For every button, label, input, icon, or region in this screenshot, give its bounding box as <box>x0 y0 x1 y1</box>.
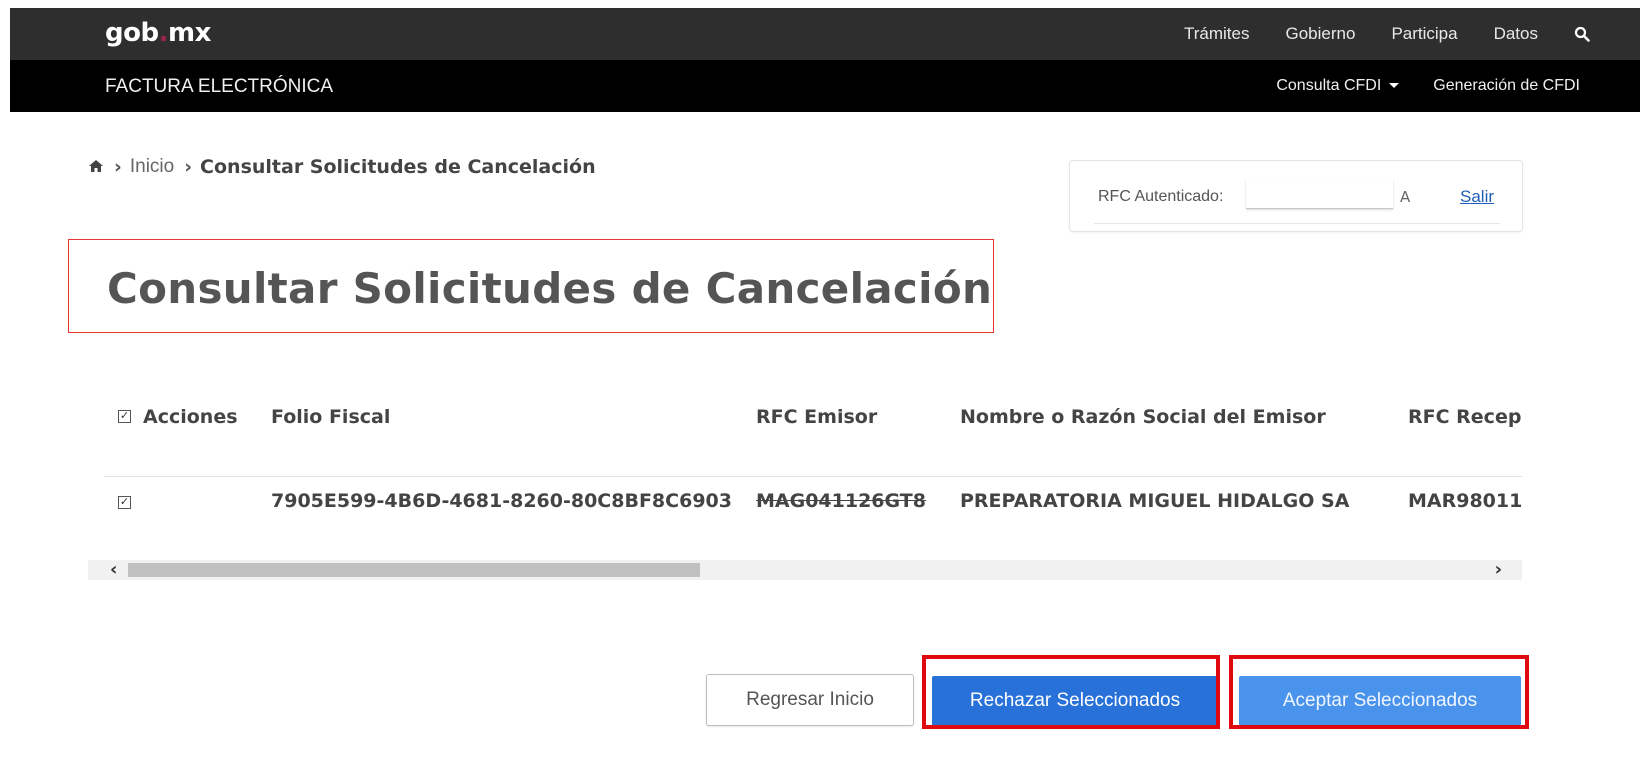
nav-participa[interactable]: Participa <box>1391 24 1457 44</box>
search-icon[interactable] <box>1574 26 1590 42</box>
brand-logo[interactable]: gob.mx <box>105 18 211 48</box>
sub-navbar: FACTURA ELECTRÓNICA Consulta CFDI Genera… <box>10 60 1640 112</box>
window-left-edge <box>0 0 10 783</box>
row-checkbox-icon[interactable]: ✓ <box>118 496 131 509</box>
horizontal-scrollbar[interactable]: ‹ › <box>88 559 1522 580</box>
nav-datos[interactable]: Datos <box>1494 24 1538 44</box>
breadcrumb-separator-icon: › <box>114 156 122 178</box>
title-highlight: Consultar Solicitudes de Cancelación <box>68 239 994 333</box>
scroll-right-icon[interactable]: › <box>1495 559 1502 580</box>
cell-rfc-receptor: MAR98011 <box>1408 490 1522 512</box>
breadcrumb: › Inicio › Consultar Solicitudes de Canc… <box>88 156 596 178</box>
column-header-rfc-receptor: RFC Recep <box>1408 406 1522 428</box>
divider <box>1094 223 1500 224</box>
breadcrumb-current: Consultar Solicitudes de Cancelación <box>200 156 596 178</box>
rfc-label: RFC Autenticado: <box>1098 188 1224 205</box>
top-navbar: gob.mx Trámites Gobierno Participa Datos <box>10 8 1640 60</box>
nav-gobierno[interactable]: Gobierno <box>1286 24 1356 44</box>
divider <box>104 476 1522 477</box>
nav-tramites[interactable]: Trámites <box>1184 24 1250 44</box>
section-title: FACTURA ELECTRÓNICA <box>105 76 334 97</box>
back-home-button[interactable]: Regresar Inicio <box>706 674 914 726</box>
cell-folio: 7905E599-4B6D-4681-8260-80C8BF8C6903 <box>271 490 732 512</box>
column-header-rfc-emisor: RFC Emisor <box>756 406 878 428</box>
select-all-checkbox-icon[interactable]: ✓ <box>118 410 131 423</box>
rfc-value <box>1246 178 1393 209</box>
nav-consulta-cfdi[interactable]: Consulta CFDI <box>1276 77 1400 95</box>
column-header-folio: Folio Fiscal <box>271 406 391 428</box>
sub-nav: Consulta CFDI Generación de CFDI <box>1276 77 1580 95</box>
breadcrumb-separator-icon: › <box>184 156 193 178</box>
reject-highlight <box>922 655 1220 729</box>
table-header: ✓ Acciones Folio Fiscal RFC Emisor Nombr… <box>88 392 1522 442</box>
rfc-panel: RFC Autenticado: A Salir <box>1069 160 1523 232</box>
brand-dot: . <box>158 18 169 48</box>
top-nav: Trámites Gobierno Participa Datos <box>1184 24 1590 44</box>
scrollbar-thumb[interactable] <box>128 563 700 577</box>
nav-generacion-cfdi[interactable]: Generación de CFDI <box>1433 77 1580 95</box>
page-title: Consultar Solicitudes de Cancelación <box>107 264 993 313</box>
cell-nombre-emisor: PREPARATORIA MIGUEL HIDALGO SA <box>960 490 1350 512</box>
brand-suffix: mx <box>167 18 211 48</box>
chevron-down-icon <box>1389 83 1400 89</box>
cell-rfc-emisor: MAG041126GT8 <box>756 490 926 512</box>
brand-text: gob <box>105 18 159 48</box>
column-header-acciones: Acciones <box>143 406 238 428</box>
requests-table: ✓ Acciones Folio Fiscal RFC Emisor Nombr… <box>88 392 1522 582</box>
home-icon[interactable] <box>88 156 104 178</box>
column-header-nombre-emisor: Nombre o Razón Social del Emisor <box>960 406 1326 428</box>
rfc-value-tail: A <box>1400 188 1411 206</box>
breadcrumb-inicio[interactable]: Inicio <box>130 156 174 178</box>
accept-highlight <box>1229 655 1529 729</box>
logout-link[interactable]: Salir <box>1460 187 1494 207</box>
nav-consulta-cfdi-label: Consulta CFDI <box>1276 77 1382 94</box>
scroll-left-icon[interactable]: ‹ <box>110 559 117 580</box>
